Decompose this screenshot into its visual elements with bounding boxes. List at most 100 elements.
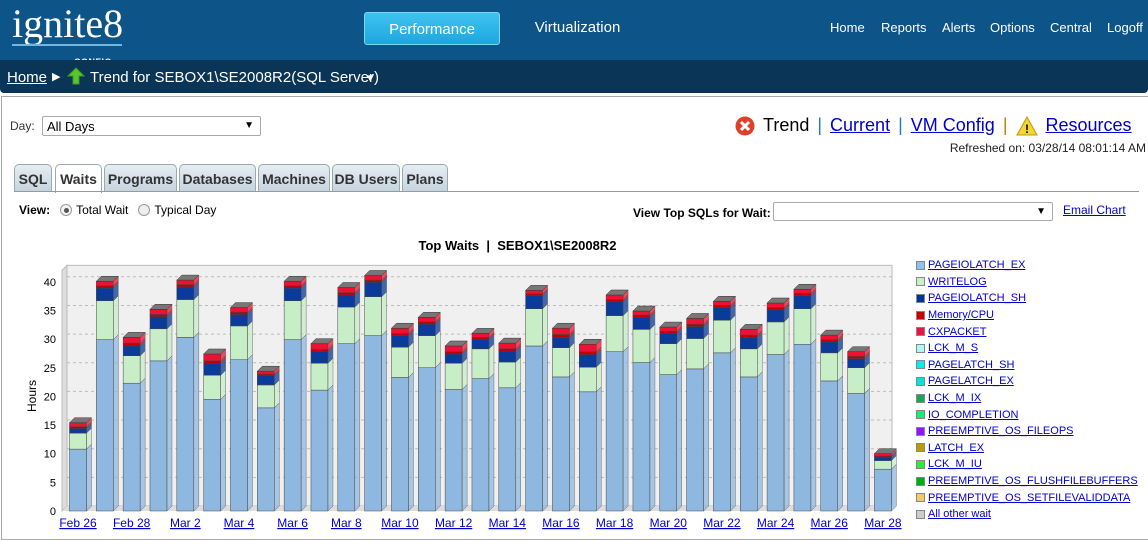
legend-link[interactable]: LCK_M_IU <box>928 458 982 470</box>
tab-waits[interactable]: Waits <box>55 164 102 193</box>
tab-programs[interactable]: Programs <box>104 164 177 192</box>
tab-performance[interactable]: Performance <box>364 12 500 45</box>
error-x-icon <box>735 116 755 135</box>
legend-item[interactable]: LCK_M_S <box>916 340 1138 357</box>
x-tick-label[interactable]: Mar 16 <box>542 516 580 530</box>
legend-item[interactable]: PAGELATCH_SH <box>916 357 1138 374</box>
resources-link[interactable]: Resources <box>1046 115 1132 136</box>
legend-link[interactable]: LATCH_EX <box>928 442 984 454</box>
x-tick-label[interactable]: Mar 12 <box>435 516 473 530</box>
x-tick-label[interactable]: Feb 28 <box>113 516 151 530</box>
tab-sql[interactable]: SQL <box>14 164 52 192</box>
bar-segment-side <box>139 350 146 384</box>
nav-central[interactable]: Central <box>1050 20 1092 35</box>
bar-segment <box>579 366 597 393</box>
current-link[interactable]: Current <box>830 115 890 136</box>
radio-total-wait-label[interactable]: Total Wait <box>76 203 128 217</box>
legend-item[interactable]: LATCH_EX <box>916 440 1138 457</box>
nav-logoff[interactable]: Logoff <box>1107 20 1143 35</box>
x-tick-label[interactable]: Mar 22 <box>703 516 741 530</box>
bar-segment <box>605 351 624 512</box>
bar-segment <box>740 329 758 336</box>
legend-item[interactable]: LCK_M_IU <box>916 456 1138 473</box>
radio-typical-day-label[interactable]: Typical Day <box>154 203 216 217</box>
legend-link[interactable]: PREEMPTIVE_OS_FILEOPS <box>928 425 1074 437</box>
radio-typical-day[interactable] <box>138 204 151 216</box>
ignite8-logo[interactable]: ignite8CONFIO <box>12 4 123 67</box>
x-tick-label[interactable]: Mar 8 <box>331 516 362 530</box>
legend-item[interactable]: LCK_M_IX <box>916 390 1138 407</box>
nav-reports[interactable]: Reports <box>881 20 927 35</box>
legend-item[interactable]: PAGEIOLATCH_EX <box>916 257 1138 274</box>
legend-item[interactable]: PREEMPTIVE_OS_FLUSHFILEBUFFERS <box>916 473 1138 490</box>
legend-link[interactable]: PREEMPTIVE_OS_SETFILEVALIDDATA <box>928 492 1130 504</box>
legend-swatch <box>916 410 925 420</box>
legend-link[interactable]: All other wait <box>928 508 991 520</box>
legend-link[interactable]: LCK_M_S <box>928 342 978 354</box>
bar-segment <box>525 293 543 296</box>
legend-link[interactable]: IO_COMPLETION <box>928 409 1018 421</box>
legend-item[interactable]: PAGELATCH_EX <box>916 373 1138 390</box>
legend-link[interactable]: PAGEIOLATCH_SH <box>928 292 1026 304</box>
legend-item[interactable]: All other wait <box>916 506 1138 523</box>
legend-swatch <box>916 327 925 337</box>
x-tick-label[interactable]: Mar 26 <box>811 516 849 530</box>
bar-segment <box>793 293 812 296</box>
chart-legend: PAGEIOLATCH_EX WRITELOG PAGEIOLATCH_SH Memo… <box>916 257 1138 523</box>
vm-config-link[interactable]: VM Config <box>911 115 995 136</box>
svg-text:!: ! <box>1025 122 1029 136</box>
breadcrumb-title[interactable]: Trend for SEBOX1\SE2008R2(SQL Server) <box>90 69 379 86</box>
nav-options[interactable]: Options <box>990 20 1035 35</box>
legend-item[interactable]: Memory/CPU <box>916 307 1138 324</box>
bar-segment <box>176 279 195 285</box>
radio-total-wait[interactable] <box>60 204 73 216</box>
bar-segment <box>686 338 704 370</box>
tab-machines[interactable]: Machines <box>258 164 330 192</box>
bar-segment <box>686 318 704 325</box>
bar-segment <box>847 393 865 512</box>
legend-item[interactable]: CXPACKET <box>916 323 1138 340</box>
legend-link[interactable]: PAGELATCH_SH <box>928 359 1014 371</box>
x-tick-label[interactable]: Mar 4 <box>224 516 255 530</box>
x-tick-label[interactable]: Feb 26 <box>59 516 97 530</box>
legend-link[interactable]: WRITELOG <box>928 276 987 288</box>
separator: | <box>898 115 903 135</box>
bar-segment <box>283 339 302 512</box>
tab-plans[interactable]: Plans <box>402 164 448 192</box>
x-tick-label[interactable]: Mar 24 <box>757 516 795 530</box>
top-sql-select[interactable]: ▼ <box>773 202 1053 221</box>
x-tick-label[interactable]: Mar 6 <box>277 516 308 530</box>
breadcrumb-home[interactable]: Home <box>7 69 47 86</box>
y-tick-label: 15 <box>44 420 56 432</box>
x-tick-label[interactable]: Mar 2 <box>170 516 201 530</box>
legend-item[interactable]: IO_COMPLETION <box>916 406 1138 423</box>
legend-link[interactable]: PAGEIOLATCH_EX <box>928 259 1025 271</box>
email-chart-link[interactable]: Email Chart <box>1063 203 1126 217</box>
x-tick-label[interactable]: Mar 20 <box>650 516 688 530</box>
nav-home[interactable]: Home <box>830 20 865 35</box>
x-tick-label[interactable]: Mar 28 <box>864 516 902 530</box>
legend-link[interactable]: PREEMPTIVE_OS_FLUSHFILEBUFFERS <box>928 475 1138 487</box>
legend-link[interactable]: LCK_M_IX <box>928 392 981 404</box>
dropdown-icon[interactable]: ▾ <box>367 70 374 86</box>
x-tick-label[interactable]: Mar 18 <box>596 516 634 530</box>
bar-segment-side <box>703 332 709 370</box>
legend-link[interactable]: Memory/CPU <box>928 309 994 321</box>
bar-segment <box>766 309 785 323</box>
bar-segment <box>444 351 463 355</box>
bar-segment <box>176 286 195 300</box>
tab-db-users[interactable]: DB Users <box>332 164 400 192</box>
legend-link[interactable]: CXPACKET <box>928 326 986 338</box>
bar-segment <box>176 337 195 512</box>
legend-item[interactable]: PREEMPTIVE_OS_SETFILEVALIDDATA <box>916 489 1138 506</box>
legend-item[interactable]: PREEMPTIVE_OS_FILEOPS <box>916 423 1138 440</box>
legend-link[interactable]: PAGELATCH_EX <box>928 375 1014 387</box>
x-tick-label[interactable]: Mar 14 <box>489 516 527 530</box>
day-select[interactable]: All Days ▼ <box>42 116 261 136</box>
nav-alerts[interactable]: Alerts <box>942 20 975 35</box>
legend-item[interactable]: WRITELOG <box>916 274 1138 291</box>
tab-virtualization[interactable]: Virtualization <box>520 11 635 44</box>
tab-databases[interactable]: Databases <box>179 164 256 192</box>
x-tick-label[interactable]: Mar 10 <box>381 516 419 530</box>
legend-item[interactable]: PAGEIOLATCH_SH <box>916 290 1138 307</box>
